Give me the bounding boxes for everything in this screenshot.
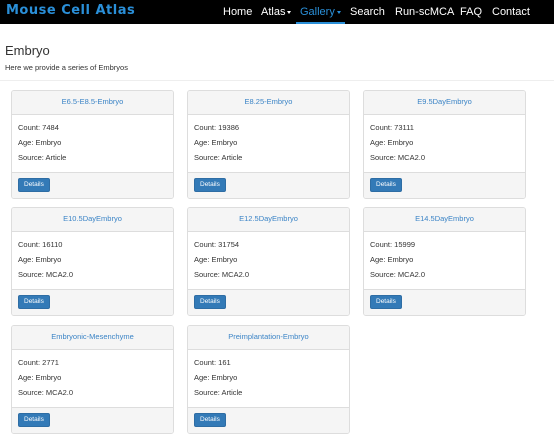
page-subtitle: Here we provide a series of Embryos bbox=[5, 63, 128, 72]
card-count: Count: 15999 bbox=[370, 240, 416, 249]
nav-search[interactable]: Search bbox=[350, 0, 385, 24]
card-count: Count: 2771 bbox=[18, 358, 59, 367]
card-title-link[interactable]: E12.5DayEmbryo bbox=[239, 214, 298, 223]
nav-atlas-label: Atlas bbox=[261, 6, 286, 18]
details-button[interactable]: Details bbox=[194, 413, 226, 427]
card-source: Source: MCA2.0 bbox=[194, 270, 250, 279]
nav-home[interactable]: Home bbox=[223, 0, 252, 24]
details-button[interactable]: Details bbox=[194, 178, 226, 192]
card-source: Source: Article bbox=[18, 153, 67, 162]
dataset-card: Embryonic-Mesenchyme Count: 2771 Age: Em… bbox=[11, 325, 174, 434]
card-count: Count: 161 bbox=[194, 358, 231, 367]
card-title-link[interactable]: Embryonic-Mesenchyme bbox=[51, 332, 134, 341]
card-title-link[interactable]: Preimplantation-Embryo bbox=[228, 332, 308, 341]
card-source: Source: MCA2.0 bbox=[370, 270, 426, 279]
dataset-card: E9.5DayEmbryo Count: 73111 Age: Embryo S… bbox=[363, 90, 526, 199]
details-button[interactable]: Details bbox=[370, 178, 402, 192]
card-age: Age: Embryo bbox=[194, 138, 238, 147]
nav-home-label: Home bbox=[223, 6, 253, 18]
nav-gallery-label: Gallery bbox=[300, 6, 335, 18]
dataset-card: E6.5-E8.5-Embryo Count: 7484 Age: Embryo… bbox=[11, 90, 174, 199]
nav-contact-label: Contact bbox=[492, 6, 530, 18]
caret-down-icon bbox=[336, 10, 341, 14]
card-age: Age: Embryo bbox=[370, 255, 414, 264]
nav-run-scmca-label: Run-scMCA bbox=[395, 6, 455, 18]
details-button[interactable]: Details bbox=[194, 295, 226, 309]
dataset-card: E14.5DayEmbryo Count: 15999 Age: Embryo … bbox=[363, 207, 526, 316]
card-count: Count: 73111 bbox=[370, 123, 414, 132]
card-age: Age: Embryo bbox=[194, 373, 238, 382]
card-count: Count: 16110 bbox=[18, 240, 63, 249]
details-button[interactable]: Details bbox=[18, 178, 50, 192]
card-age: Age: Embryo bbox=[194, 255, 238, 264]
card-age: Age: Embryo bbox=[18, 373, 62, 382]
card-title-link[interactable]: E9.5DayEmbryo bbox=[417, 97, 472, 106]
nav-gallery-dropdown[interactable]: Gallery bbox=[296, 0, 345, 24]
card-count: Count: 31754 bbox=[194, 240, 240, 249]
card-title-link[interactable]: E8.25-Embryo bbox=[245, 97, 293, 106]
card-count: Count: 19386 bbox=[194, 123, 240, 132]
nav-contact[interactable]: Contact bbox=[492, 0, 530, 24]
card-source: Source: Article bbox=[194, 153, 243, 162]
nav-faq[interactable]: FAQ bbox=[460, 0, 482, 24]
card-source: Source: MCA2.0 bbox=[18, 270, 74, 279]
details-button[interactable]: Details bbox=[18, 413, 50, 427]
card-age: Age: Embryo bbox=[370, 138, 414, 147]
card-age: Age: Embryo bbox=[18, 255, 62, 264]
card-source: Source: Article bbox=[194, 388, 243, 397]
card-title-link[interactable]: E14.5DayEmbryo bbox=[415, 214, 474, 223]
dataset-card: Preimplantation-Embryo Count: 161 Age: E… bbox=[187, 325, 350, 434]
divider bbox=[0, 80, 554, 81]
card-count: Count: 7484 bbox=[18, 123, 59, 132]
nav-faq-label: FAQ bbox=[460, 6, 483, 18]
nav-search-label: Search bbox=[350, 6, 385, 18]
caret-down-icon bbox=[287, 10, 292, 14]
dataset-card: E12.5DayEmbryo Count: 31754 Age: Embryo … bbox=[187, 207, 350, 316]
details-button[interactable]: Details bbox=[18, 295, 50, 309]
active-tab-underline bbox=[296, 22, 345, 24]
details-button[interactable]: Details bbox=[370, 295, 402, 309]
card-title-link[interactable]: E10.5DayEmbryo bbox=[63, 214, 122, 223]
nav-atlas-dropdown[interactable]: Atlas bbox=[261, 0, 292, 24]
site-brand[interactable]: Mouse Cell Atlas bbox=[6, 3, 135, 18]
dataset-card: E10.5DayEmbryo Count: 16110 Age: Embryo … bbox=[11, 207, 174, 316]
nav-run-scmca[interactable]: Run-scMCA bbox=[395, 0, 454, 24]
card-age: Age: Embryo bbox=[18, 138, 62, 147]
top-navbar: Mouse Cell Atlas Home Atlas Gallery Sear… bbox=[0, 0, 554, 24]
card-source: Source: MCA2.0 bbox=[370, 153, 426, 162]
dataset-card: E8.25-Embryo Count: 19386 Age: Embryo So… bbox=[187, 90, 350, 199]
card-title-link[interactable]: E6.5-E8.5-Embryo bbox=[62, 97, 124, 106]
card-source: Source: MCA2.0 bbox=[18, 388, 74, 397]
page-title: Embryo bbox=[5, 43, 50, 58]
